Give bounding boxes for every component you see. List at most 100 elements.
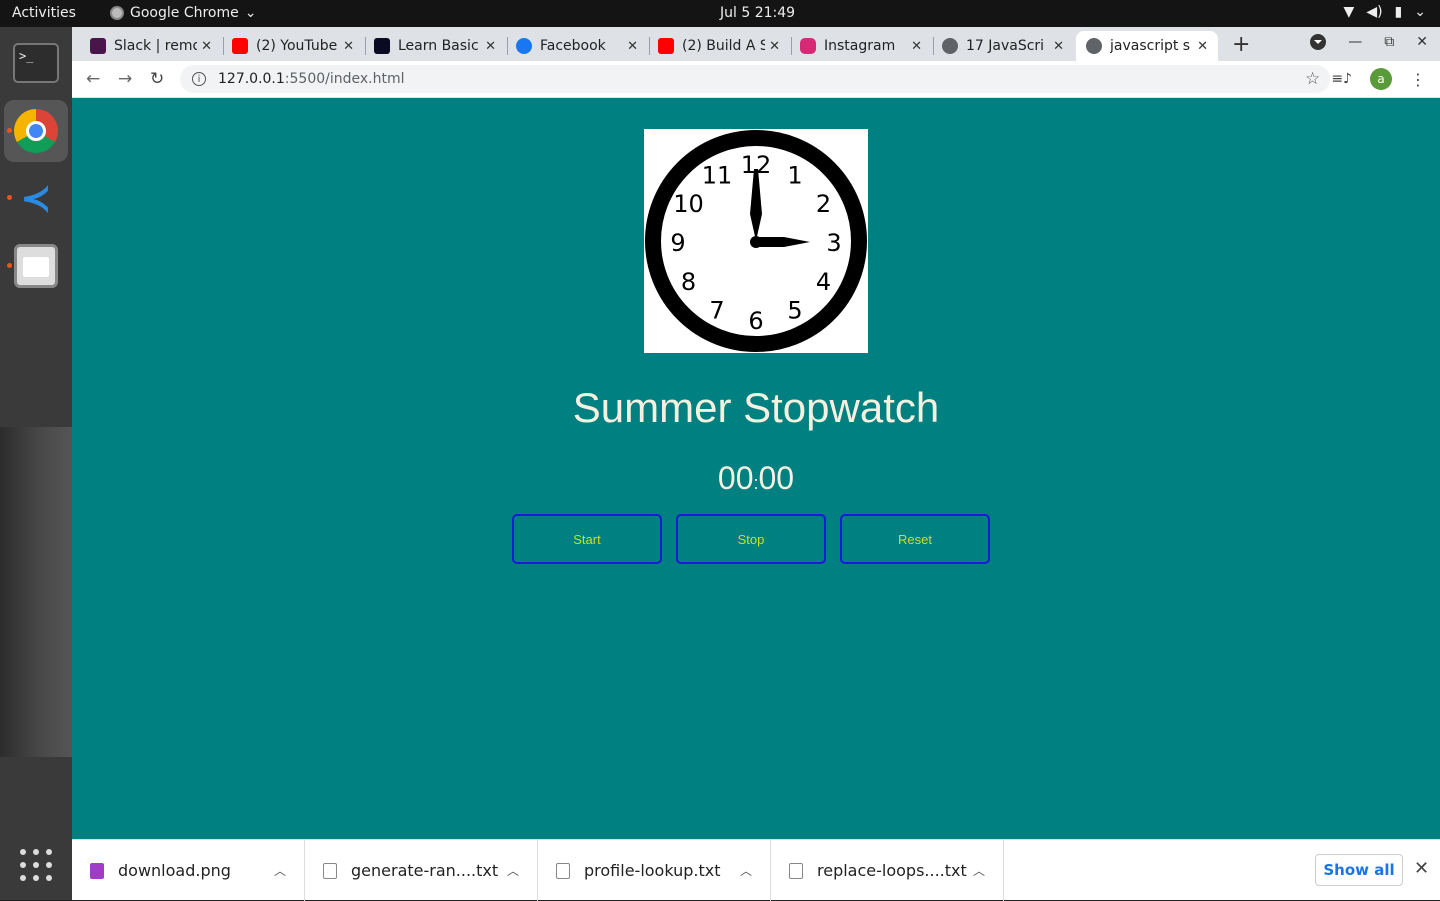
close-icon[interactable]: ✕ <box>1414 858 1429 879</box>
clock-image: 12 1 2 3 4 5 6 7 8 9 10 11 <box>644 129 868 353</box>
chrome-small-icon <box>110 6 124 20</box>
info-icon[interactable]: i <box>192 72 206 86</box>
tab-search-icon[interactable] <box>1310 34 1327 50</box>
close-icon[interactable]: ✕ <box>911 39 922 54</box>
text-file-icon <box>556 862 570 879</box>
chevron-up-icon[interactable]: ︿ <box>274 862 286 879</box>
download-item[interactable]: replace-loops....txt ︿ <box>771 840 1004 901</box>
tab-javascript-17[interactable]: 17 JavaScri ✕ <box>932 31 1074 61</box>
close-window-icon[interactable]: ✕ <box>1416 34 1428 50</box>
tab-facebook[interactable]: Facebook ✕ <box>506 31 648 61</box>
new-tab-icon[interactable]: + <box>1232 32 1250 57</box>
back-icon[interactable]: ← <box>86 69 100 89</box>
chevron-down-icon: ⌄ <box>244 5 257 21</box>
close-icon[interactable]: ✕ <box>343 39 354 54</box>
running-indicator <box>7 128 12 133</box>
menu-kebab-icon[interactable]: ⋮ <box>1410 70 1426 89</box>
youtube-icon <box>232 38 248 54</box>
terminal-icon: >_ <box>13 43 59 83</box>
tab-javascript-active[interactable]: javascript s ✕ <box>1076 31 1218 61</box>
page-viewport: 12 1 2 3 4 5 6 7 8 9 10 11 Summer Stopwatch 00:00 S… <box>72 98 1440 839</box>
tab-title: Instagram <box>824 38 896 54</box>
chevron-up-icon[interactable]: ︿ <box>973 862 985 879</box>
downloads-bar: download.png ︿ generate-ran....txt ︿ pro… <box>72 839 1440 901</box>
clock-number: 11 <box>702 162 733 190</box>
close-icon[interactable]: ✕ <box>201 39 212 54</box>
forward-icon[interactable]: → <box>118 69 132 89</box>
browser-toolbar: ← → ↻ i 127.0.0.1:5500/index.html ☆ ≡♪ a… <box>72 61 1440 98</box>
url-path: :5500/index.html <box>284 71 405 87</box>
tab-title: javascript s <box>1110 38 1191 54</box>
tab-title: Learn Basic <box>398 38 479 54</box>
clock-number: 8 <box>681 268 696 296</box>
reload-icon[interactable]: ↻ <box>150 69 164 89</box>
toolbar-right: ≡♪ a ⋮ <box>1331 68 1426 90</box>
freecodecamp-icon <box>374 38 390 54</box>
restore-icon[interactable]: ⧉ <box>1384 34 1394 50</box>
close-icon[interactable]: ✕ <box>1053 39 1064 54</box>
dock: >_ ≺ <box>0 27 72 900</box>
clock-number: 7 <box>709 297 724 325</box>
dock-terminal[interactable]: >_ <box>4 32 68 94</box>
chevron-up-icon[interactable]: ︿ <box>507 862 519 879</box>
clock-number: 3 <box>826 229 841 257</box>
system-tray[interactable]: ▼ ◀) ▮ ⌄ <box>1344 4 1426 20</box>
volume-icon: ◀) <box>1366 4 1383 20</box>
tab-slack[interactable]: Slack | remo ✕ <box>80 31 222 61</box>
download-item[interactable]: generate-ran....txt ︿ <box>305 840 538 901</box>
download-name: generate-ran....txt <box>351 861 499 880</box>
media-control-icon[interactable]: ≡♪ <box>1331 71 1352 87</box>
app-menu[interactable]: Google Chrome ⌄ <box>110 5 256 21</box>
text-file-icon <box>323 862 337 879</box>
battery-icon: ▮ <box>1394 4 1403 20</box>
window-controls: — ⧉ ✕ <box>1310 34 1428 50</box>
reset-button[interactable]: Reset <box>840 514 990 564</box>
tab-youtube[interactable]: (2) YouTube ✕ <box>222 31 364 61</box>
download-name: replace-loops....txt <box>817 861 967 880</box>
wifi-icon: ▼ <box>1343 4 1355 20</box>
close-icon[interactable]: ✕ <box>1197 39 1208 54</box>
system-clock[interactable]: Jul 5 21:49 <box>720 5 795 21</box>
close-icon[interactable]: ✕ <box>627 39 638 54</box>
clock-number: 1 <box>787 162 802 190</box>
clock-number: 2 <box>816 190 831 218</box>
profile-avatar[interactable]: a <box>1370 68 1392 90</box>
close-icon[interactable]: ✕ <box>769 39 780 54</box>
download-item[interactable]: profile-lookup.txt ︿ <box>538 840 771 901</box>
stop-button[interactable]: Stop <box>676 514 826 564</box>
tab-youtube-build[interactable]: (2) Build A S ✕ <box>648 31 790 61</box>
bookmark-star-icon[interactable]: ☆ <box>1305 69 1320 89</box>
dock-vscode[interactable]: ≺ <box>4 167 68 229</box>
show-applications-icon[interactable] <box>20 849 52 881</box>
download-item[interactable]: download.png ︿ <box>72 840 305 901</box>
download-name: profile-lookup.txt <box>584 861 721 880</box>
slack-icon <box>90 38 106 54</box>
show-all-downloads-button[interactable]: Show all <box>1315 854 1403 886</box>
vscode-icon: ≺ <box>20 176 52 220</box>
tab-instagram[interactable]: Instagram ✕ <box>790 31 932 61</box>
tab-freecodecamp[interactable]: Learn Basic ✕ <box>364 31 506 61</box>
url-host: 127.0.0.1 <box>218 71 285 87</box>
globe-icon <box>942 38 958 54</box>
address-bar[interactable]: i 127.0.0.1:5500/index.html <box>180 65 1330 93</box>
minimize-icon[interactable]: — <box>1348 34 1362 50</box>
tab-title: Facebook <box>540 38 606 54</box>
start-button[interactable]: Start <box>512 514 662 564</box>
tab-title: (2) YouTube <box>256 38 338 54</box>
dock-files[interactable] <box>4 235 68 297</box>
wallpaper-peek <box>0 427 72 757</box>
tab-title: Slack | remo <box>114 38 198 54</box>
stopwatch-display: 00:00 <box>72 460 1440 497</box>
dock-chrome[interactable] <box>4 100 68 162</box>
clock-number: 9 <box>670 229 685 257</box>
clock-center <box>750 236 762 248</box>
instagram-icon <box>800 38 816 54</box>
download-name: download.png <box>118 861 231 880</box>
activities-button[interactable]: Activities <box>12 5 76 21</box>
facebook-icon <box>516 38 532 54</box>
tab-strip: Slack | remo ✕ (2) YouTube ✕ Learn Basic… <box>72 27 1440 61</box>
close-icon[interactable]: ✕ <box>485 39 496 54</box>
timer-minutes: 00 <box>717 460 754 496</box>
chevron-up-icon[interactable]: ︿ <box>740 862 752 879</box>
chrome-icon <box>14 109 58 153</box>
